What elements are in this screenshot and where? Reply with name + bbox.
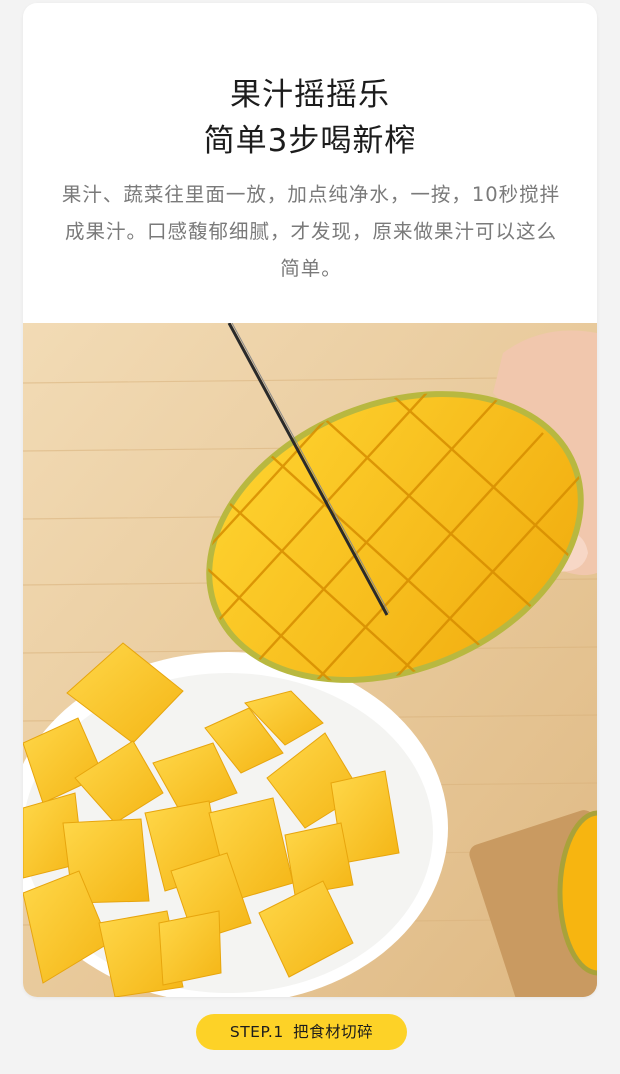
page-title: 果汁摇摇乐 — [230, 77, 390, 113]
page-subtitle: 简单3步喝新榨 — [203, 123, 417, 159]
step-number: STEP.1 — [229, 1023, 284, 1041]
step-text: 把食材切碎 — [293, 1023, 374, 1041]
content-card: 果汁摇摇乐 简单3步喝新榨 果汁、蔬菜往里面一放，加点纯净水，一按，10秒搅拌成… — [23, 3, 597, 997]
mango-cutting-photo — [23, 323, 597, 997]
description-text: 果汁、蔬菜往里面一放，加点纯净水，一按，10秒搅拌成果汁。口感馥郁细腻，才发现，… — [61, 183, 561, 280]
step-badge: STEP.1 把食材切碎 — [196, 1014, 407, 1050]
